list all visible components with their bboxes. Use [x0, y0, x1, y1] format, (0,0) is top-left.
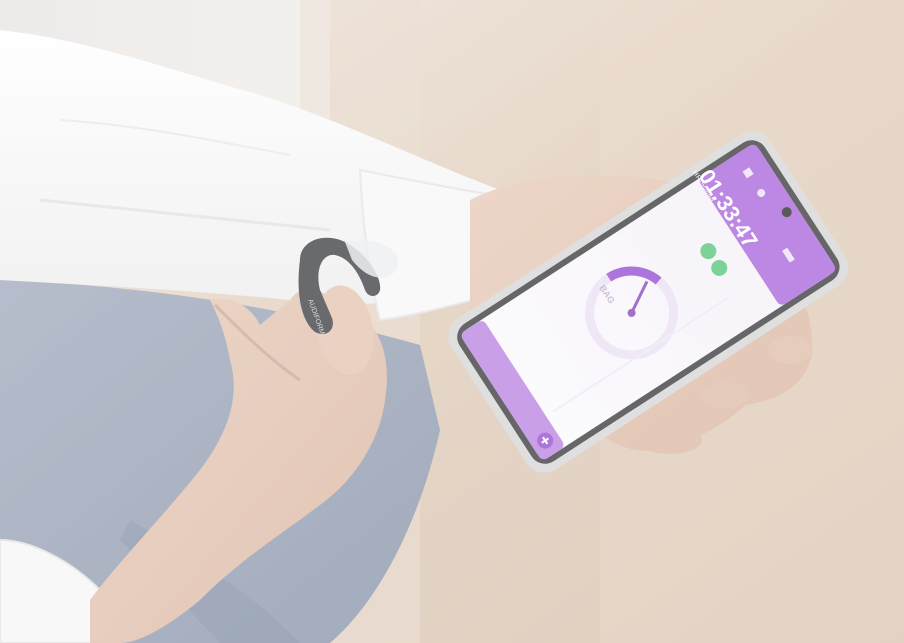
- timer-display: 01:33:47: [693, 164, 763, 253]
- photo-scene: AUDIFORMAS 01:33:47 HR-50848 BAG: [0, 0, 904, 643]
- scene-illustration: AUDIFORMAS: [0, 0, 904, 643]
- gauge-label: BAG: [597, 283, 617, 306]
